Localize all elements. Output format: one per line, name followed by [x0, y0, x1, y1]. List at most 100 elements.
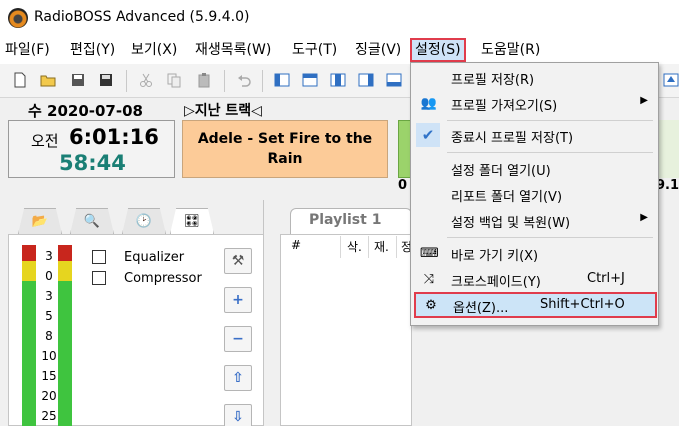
menu-item-shortcut: Ctrl+J: [587, 271, 625, 286]
playlist-tab-label: Playlist 1: [309, 212, 382, 228]
vu-scale-tick: 20: [41, 389, 57, 403]
menu-item-label: 설정 폴더 열기(U): [451, 164, 551, 179]
menu-item-save-on-exit[interactable]: 종료시 프로필 저장(T): [411, 123, 658, 149]
cut-icon[interactable]: [138, 72, 154, 88]
column-header-number[interactable]: #: [291, 238, 301, 252]
vu-scale-tick: 10: [41, 349, 57, 363]
broadcast-icon[interactable]: [663, 72, 679, 88]
toolbar-separator: [262, 70, 263, 92]
tab-files[interactable]: 📂: [18, 208, 62, 234]
menu-settings[interactable]: 설정(S): [410, 38, 466, 62]
column-header-delete[interactable]: 삭.: [347, 238, 362, 255]
menu-item-label: 프로필 가져오기(S): [451, 99, 558, 114]
copy-icon[interactable]: [166, 72, 182, 88]
menu-edit[interactable]: 편집(Y): [70, 40, 115, 60]
menu-separator: [447, 237, 653, 238]
move-up-button[interactable]: ⇧: [224, 365, 252, 391]
equalizer-icon: 🎛: [183, 214, 201, 229]
menu-tools[interactable]: 도구(T): [292, 40, 337, 60]
tab-playlist-1[interactable]: Playlist 1: [290, 208, 412, 234]
column-separator: [340, 236, 341, 258]
remaining-time: 58:44: [59, 151, 126, 175]
previous-track-title[interactable]: Adele - Set Fire to the Rain: [182, 120, 388, 178]
menu-help[interactable]: 도움말(R): [481, 40, 540, 60]
layout-top-icon[interactable]: [302, 72, 318, 88]
layout-right-icon[interactable]: [358, 72, 374, 88]
menu-item-import-profile[interactable]: 👥 프로필 가져오기(S) ▶: [411, 91, 658, 117]
menu-item-label: 크로스페이드(Y): [451, 275, 541, 290]
vu-scale-tick: 3: [45, 249, 53, 263]
column-header-play[interactable]: 재.: [374, 238, 389, 255]
menu-item-backup-restore[interactable]: 설정 백업 및 복원(W) ▶: [411, 208, 658, 234]
menu-jingles[interactable]: 징글(V): [355, 40, 401, 60]
menu-separator: [447, 120, 653, 121]
vu-meter-left: [22, 245, 36, 426]
keyboard-icon: ⌨: [420, 246, 439, 261]
undo-icon[interactable]: [236, 72, 252, 88]
vu-scale-tick: 8: [45, 329, 53, 343]
tab-search[interactable]: 🔍: [70, 208, 114, 234]
open-folder-icon[interactable]: [40, 72, 56, 88]
add-effect-button[interactable]: +: [224, 287, 252, 313]
save-icon[interactable]: [70, 72, 86, 88]
crossfade-icon: ⤨: [423, 272, 435, 287]
menu-view[interactable]: 보기(X): [131, 40, 177, 60]
clock-panel: 오전 6:01:16 58:44: [8, 120, 175, 178]
waveform-left-label: 0: [398, 178, 408, 193]
menu-item-save-profile[interactable]: 프로필 저장(R): [411, 65, 658, 91]
down-icon: ⇩: [232, 409, 244, 425]
clock-time: 6:01:16: [69, 125, 159, 149]
folder-icon: 📂: [31, 214, 49, 229]
previous-track-label: ▷지난 트랙◁: [184, 103, 262, 119]
vu-scale-tick: 3: [45, 289, 53, 303]
menu-separator: [447, 152, 653, 153]
vu-meter-right: [58, 245, 72, 426]
menu-file[interactable]: 파일(F): [5, 40, 50, 60]
menu-item-open-settings-folder[interactable]: 설정 폴더 열기(U): [411, 156, 658, 182]
tab-effects[interactable]: 🎛: [170, 208, 214, 234]
menu-item-shortcut: Shift+Ctrl+O: [540, 297, 625, 312]
menu-playlist[interactable]: 재생목록(W): [195, 40, 271, 60]
menu-item-label: 바로 가기 키(X): [451, 249, 539, 264]
radioboss-logo-icon: [8, 8, 28, 28]
vu-scale-tick: 5: [45, 309, 53, 323]
column-separator: [396, 236, 397, 258]
layout-center-icon[interactable]: [330, 72, 346, 88]
menu-item-shortcut-keys[interactable]: ⌨ 바로 가기 키(X): [411, 241, 658, 267]
toolbar-separator: [126, 70, 127, 92]
title-bar: RadioBOSS Advanced (5.9.4.0): [0, 0, 679, 36]
menu-item-crossfade[interactable]: ⤨ 크로스페이드(Y) Ctrl+J: [411, 267, 658, 293]
tab-schedule[interactable]: 🕑: [122, 208, 166, 234]
menu-bar: 파일(F) 편집(Y) 보기(X) 재생목록(W) 도구(T) 징글(V) 설정…: [0, 36, 679, 64]
new-file-icon[interactable]: [12, 72, 28, 88]
effect-row-compressor[interactable]: Compressor: [92, 269, 216, 289]
menu-item-label: 종료시 프로필 저장(T): [451, 131, 574, 146]
vu-scale-tick: 15: [41, 369, 57, 383]
paste-icon[interactable]: [196, 72, 212, 88]
settings-menu: 프로필 저장(R) 👥 프로필 가져오기(S) ▶ ✔ 종료시 프로필 저장(T…: [410, 62, 659, 326]
clock-icon: 🕑: [135, 214, 153, 229]
effect-label: Equalizer: [124, 250, 185, 265]
submenu-arrow-icon: ▶: [640, 212, 648, 223]
clock-ampm: 오전: [31, 132, 59, 150]
equalizer-checkbox[interactable]: [92, 250, 106, 264]
menu-item-open-report-folder[interactable]: 리포트 폴더 열기(V): [411, 182, 658, 208]
profile-import-icon: 👥: [420, 96, 438, 111]
current-date: 수 2020-07-08: [28, 102, 143, 120]
remove-effect-button[interactable]: −: [224, 326, 252, 352]
vu-scale-tick: 25: [41, 409, 57, 423]
vu-scale-tick: 0: [45, 269, 53, 283]
options-gear-icon: ⚙: [425, 298, 437, 313]
compressor-checkbox[interactable]: [92, 271, 106, 285]
menu-item-label: 프로필 저장(R): [451, 73, 535, 88]
layout-left-icon[interactable]: [274, 72, 290, 88]
vu-scale: 3 0 3 5 8 10 15 20 25: [41, 246, 57, 426]
move-down-button[interactable]: ⇩: [224, 404, 252, 426]
plus-icon: +: [232, 292, 244, 308]
menu-item-options[interactable]: ⚙ 옵션(Z)... Shift+Ctrl+O: [414, 292, 657, 318]
effect-settings-button[interactable]: ⚒: [224, 248, 252, 274]
playlist-grid[interactable]: [280, 234, 412, 426]
layout-bottom-icon[interactable]: [386, 72, 402, 88]
effect-row-equalizer[interactable]: Equalizer: [92, 248, 216, 268]
save-all-icon[interactable]: [98, 72, 114, 88]
